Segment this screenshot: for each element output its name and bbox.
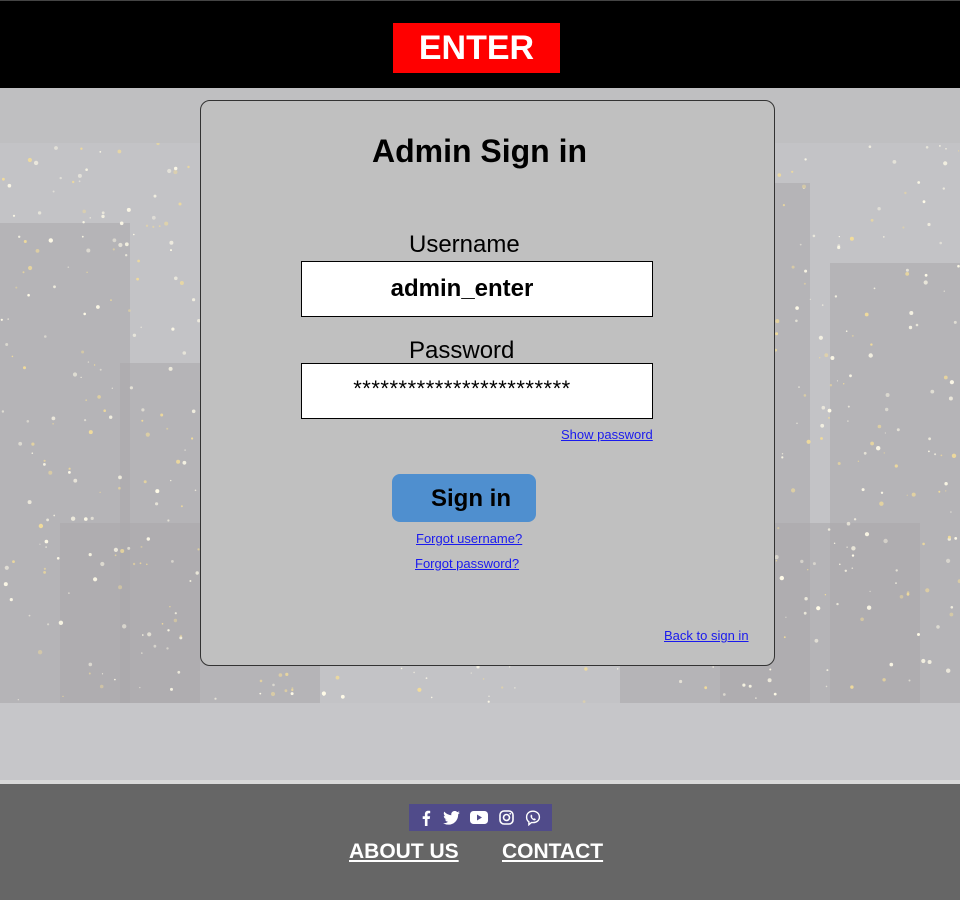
- site-footer: ABOUT US CONTACT: [0, 784, 960, 900]
- page-title: Admin Sign in: [371, 133, 588, 169]
- forgot-password-link[interactable]: Forgot password?: [415, 556, 519, 571]
- youtube-icon[interactable]: [470, 811, 489, 824]
- social-links-bar: [409, 804, 552, 831]
- show-password-link[interactable]: Show password: [561, 427, 653, 442]
- contact-link[interactable]: CONTACT: [502, 840, 603, 864]
- facebook-icon[interactable]: [420, 810, 432, 826]
- site-header: ENTER: [0, 0, 960, 88]
- about-us-link[interactable]: ABOUT US: [349, 840, 459, 864]
- password-label: Password: [409, 337, 515, 364]
- signin-card: Admin Sign in Username admin_enter Passw…: [200, 100, 775, 666]
- back-to-signin-link[interactable]: Back to sign in: [664, 628, 749, 643]
- viber-icon[interactable]: [525, 809, 541, 826]
- enter-logo[interactable]: ENTER: [393, 23, 560, 73]
- username-field[interactable]: admin_enter: [301, 261, 653, 317]
- signin-button[interactable]: Sign in: [392, 474, 536, 522]
- forgot-username-link[interactable]: Forgot username?: [416, 531, 522, 546]
- twitter-icon[interactable]: [442, 810, 460, 825]
- password-field[interactable]: ************************: [301, 363, 653, 419]
- instagram-icon[interactable]: [499, 810, 515, 825]
- username-label: Username: [409, 231, 520, 258]
